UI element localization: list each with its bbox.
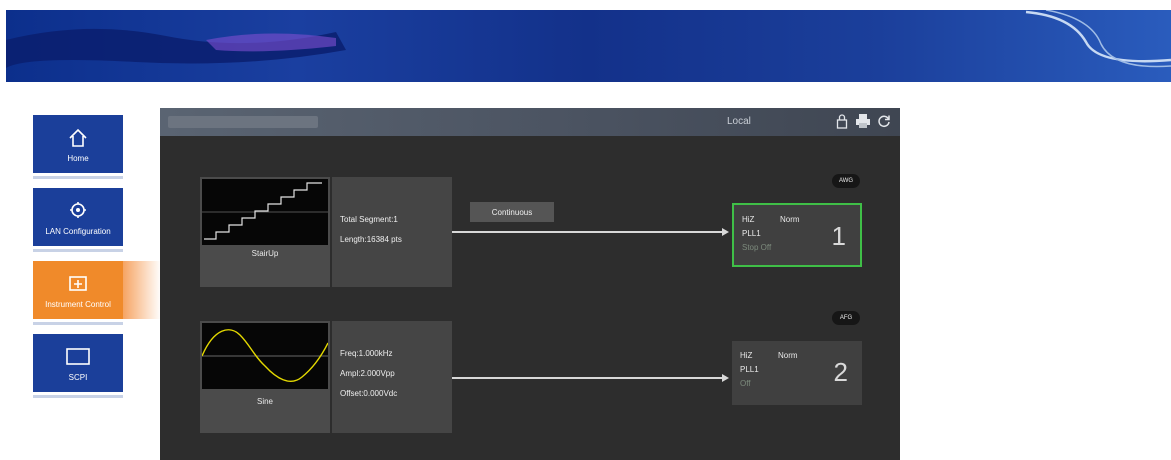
channel-type-badge: AWG	[832, 174, 860, 188]
refresh-icon[interactable]	[876, 112, 892, 130]
output-clock: PLL1	[740, 365, 759, 374]
page: Home LAN Configuration Instrument Contro…	[0, 0, 1171, 460]
waveform-thumbnail-ch2[interactable]: Sine	[200, 321, 330, 433]
nav-item-home[interactable]: Home	[33, 115, 123, 173]
run-mode-button[interactable]: Continuous	[470, 202, 554, 222]
waveform-name: StairUp	[251, 249, 279, 258]
header-banner	[0, 0, 1171, 84]
connector-arrow	[722, 228, 729, 236]
lock-icon[interactable]	[834, 112, 850, 130]
nav-item-label: LAN Configuration	[45, 227, 111, 236]
control-mode-label: Local	[727, 116, 751, 127]
output-clock: PLL1	[742, 229, 761, 238]
nav-item-label: SCPI	[68, 373, 88, 382]
output-channel-1[interactable]: HiZ Norm PLL1 Stop Off 1	[732, 203, 862, 267]
signal-connector-ch2	[452, 377, 724, 379]
channel-number: 1	[831, 221, 846, 251]
segment-count: Total Segment:1	[340, 215, 398, 224]
output-polarity: Norm	[780, 215, 800, 224]
frequency-value: Freq:1.000kHz	[340, 349, 393, 358]
nav-divider	[33, 176, 123, 179]
home-icon	[65, 125, 91, 151]
nav-item-label: Home	[67, 154, 89, 163]
waveform-info-ch2: Freq:1.000kHz Ampl:2.000Vpp Offset:0.000…	[332, 321, 452, 433]
nav-item-scpi[interactable]: SCPI	[33, 334, 123, 392]
nav-divider	[33, 395, 123, 398]
stairup-waveform-preview	[202, 179, 328, 245]
output-polarity: Norm	[778, 351, 798, 360]
panel-title	[168, 116, 318, 128]
active-nav-highlight	[123, 261, 161, 319]
waveform-length: Length:16384 pts	[340, 235, 402, 244]
nav-item-instrument-control[interactable]: Instrument Control	[33, 261, 123, 319]
network-config-icon	[65, 198, 91, 224]
output-status: Off	[740, 379, 751, 388]
amplitude-value: Ampl:2.000Vpp	[340, 369, 395, 378]
output-load: HiZ	[742, 215, 755, 224]
nav-item-lan-configuration[interactable]: LAN Configuration	[33, 188, 123, 246]
output-load: HiZ	[740, 351, 753, 360]
instrument-control-icon	[65, 271, 91, 297]
nav-divider	[33, 249, 123, 252]
offset-value: Offset:0.000Vdc	[340, 389, 398, 398]
signal-connector-ch1	[452, 231, 724, 233]
panel-toolbar: Local	[160, 108, 900, 136]
scpi-window-icon	[65, 344, 91, 370]
print-icon[interactable]	[855, 112, 871, 130]
instrument-panel: Local StairUp Total Segment:1 Length:163…	[160, 108, 900, 460]
output-status: Stop Off	[742, 243, 772, 252]
connector-arrow	[722, 374, 729, 382]
waveform-thumbnail-ch1[interactable]: StairUp	[200, 177, 330, 287]
header-graphic	[6, 10, 1171, 82]
nav-item-label: Instrument Control	[45, 300, 111, 309]
output-channel-2[interactable]: HiZ Norm PLL1 Off 2	[732, 341, 862, 405]
channel-type-badge: AFG	[832, 311, 860, 325]
waveform-name: Sine	[256, 397, 273, 406]
channel-number: 2	[833, 357, 848, 387]
nav-divider	[33, 322, 123, 325]
sine-waveform-preview	[202, 323, 328, 389]
waveform-info-ch1: Total Segment:1 Length:16384 pts	[332, 177, 452, 287]
panel-tools	[834, 112, 892, 130]
